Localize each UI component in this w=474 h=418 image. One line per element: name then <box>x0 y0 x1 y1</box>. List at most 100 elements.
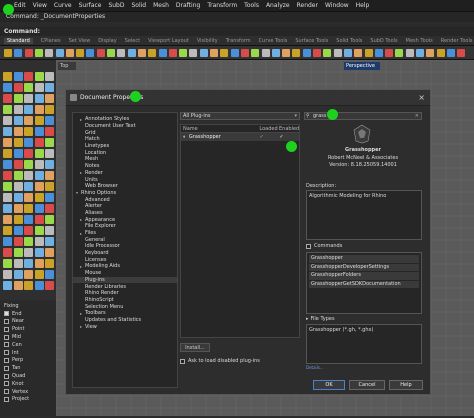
cancel-button[interactable]: Cancel <box>349 380 385 390</box>
osnap-option[interactable]: Vertex <box>0 388 56 396</box>
osnap-checkbox[interactable] <box>4 326 9 332</box>
ok-button[interactable]: OK <box>313 380 345 390</box>
tree-item[interactable]: Licenses <box>73 256 177 263</box>
toolbar-tool-icon[interactable] <box>210 49 218 57</box>
commands-expand-icon[interactable] <box>306 243 311 249</box>
side-tool-icon[interactable] <box>3 160 12 169</box>
toolbar-tab[interactable]: Render Tools <box>441 38 473 44</box>
header-loaded[interactable]: Loaded <box>259 126 279 132</box>
side-tool-icon[interactable] <box>34 72 44 81</box>
toolbar-tab[interactable]: Standard <box>4 37 33 44</box>
plugin-filter-dropdown[interactable]: All Plug-ins ▾ <box>180 112 300 120</box>
toolbar-tool-icon[interactable] <box>158 49 167 57</box>
side-tool-icon[interactable] <box>3 193 12 202</box>
side-tool-icon[interactable] <box>13 127 23 136</box>
osnap-checkbox[interactable] <box>4 334 9 340</box>
tree-item[interactable]: ▸ View <box>73 323 177 330</box>
side-tool-icon[interactable] <box>45 259 54 268</box>
side-tool-icon[interactable] <box>13 182 23 191</box>
side-tool-icon[interactable] <box>45 182 54 191</box>
toolbar-tool-icon[interactable] <box>313 49 321 57</box>
side-tool-icon[interactable] <box>3 226 12 235</box>
side-tool-icon[interactable] <box>24 182 33 191</box>
toolbar-tab[interactable]: Surface Tools <box>295 38 328 44</box>
tree-item[interactable]: Mouse <box>73 270 177 277</box>
side-tool-icon[interactable] <box>3 171 12 180</box>
tree-item[interactable]: ▸ Modeling Aids <box>73 263 177 270</box>
side-tool-icon[interactable] <box>34 105 44 114</box>
side-tool-icon[interactable] <box>34 127 44 136</box>
toolbar-tool-icon[interactable] <box>230 49 239 57</box>
chevron-right-icon[interactable]: ▸ <box>77 217 85 222</box>
help-button[interactable]: Help <box>389 380 423 390</box>
viewport-perspective-tab[interactable]: Perspective <box>344 62 380 70</box>
side-tool-icon[interactable] <box>24 105 33 114</box>
osnap-option[interactable]: Near <box>0 318 56 326</box>
tree-item[interactable]: Mesh <box>73 156 177 163</box>
command-item[interactable]: GrasshopperFolders <box>309 272 419 280</box>
osnap-checkbox[interactable] <box>4 342 9 348</box>
close-icon[interactable]: × <box>418 93 425 102</box>
plugin-row-grasshopper[interactable]: ⬧ Grasshopper ✓ ✓ <box>181 133 299 141</box>
side-tool-icon[interactable] <box>34 259 44 268</box>
osnap-option[interactable]: Cen <box>0 341 56 349</box>
chevron-right-icon[interactable]: ▸ <box>77 324 85 329</box>
tree-item[interactable]: Idle Processor <box>73 243 177 250</box>
osnap-option[interactable]: Project <box>0 396 56 404</box>
toolbar-tool-icon[interactable] <box>354 49 363 57</box>
osnap-checkbox[interactable] <box>4 365 9 371</box>
toolbar-tool-icon[interactable] <box>45 49 54 57</box>
tree-item[interactable]: Rhino Render <box>73 290 177 297</box>
tree-item[interactable]: Aliases <box>73 210 177 217</box>
toolbar-tool-icon[interactable] <box>261 49 270 57</box>
side-tool-icon[interactable] <box>34 193 44 202</box>
command-item[interactable]: Grasshopper <box>309 255 419 263</box>
side-tool-icon[interactable] <box>24 248 33 257</box>
chevron-right-icon[interactable]: ▸ <box>77 170 85 175</box>
side-tool-icon[interactable] <box>13 160 23 169</box>
side-tool-icon[interactable] <box>45 72 54 81</box>
tree-item[interactable]: Hatch <box>73 136 177 143</box>
side-tool-icon[interactable] <box>45 215 54 224</box>
toolbar-tab[interactable]: Display <box>98 38 116 44</box>
side-tool-icon[interactable] <box>24 83 33 92</box>
tree-item[interactable]: ▸ Toolbars <box>73 310 177 317</box>
toolbar-tool-icon[interactable] <box>127 49 136 57</box>
side-tool-icon[interactable] <box>45 138 54 147</box>
side-tool-icon[interactable] <box>13 83 23 92</box>
tree-item[interactable]: Notes <box>73 163 177 170</box>
side-tool-icon[interactable] <box>3 94 12 103</box>
toolbar-tool-icon[interactable] <box>416 49 424 57</box>
tree-item[interactable]: Location <box>73 149 177 156</box>
menu-item[interactable]: Curve <box>54 2 72 9</box>
command-item[interactable]: GrasshopperDeveloperSettings <box>309 263 419 271</box>
menu-item[interactable]: Analyze <box>266 2 290 9</box>
side-tool-icon[interactable] <box>34 138 44 147</box>
osnap-checkbox[interactable] <box>4 311 9 317</box>
ask-load-option[interactable]: Ask to load disabled plug-ins <box>180 357 300 365</box>
side-tool-icon[interactable] <box>24 127 33 136</box>
side-tool-icon[interactable] <box>24 72 33 81</box>
side-tool-icon[interactable] <box>45 237 54 246</box>
osnap-checkbox[interactable] <box>4 373 9 379</box>
tree-item[interactable]: Render Libraries <box>73 283 177 290</box>
side-tool-icon[interactable] <box>45 171 54 180</box>
toolbar-tab[interactable]: Visibility <box>197 38 218 44</box>
toolbar-tool-icon[interactable] <box>374 49 383 57</box>
toolbar-tool-icon[interactable] <box>220 49 229 57</box>
side-tool-icon[interactable] <box>3 72 12 81</box>
toolbar-tool-icon[interactable] <box>189 49 198 57</box>
toolbar-tab[interactable]: Curve Tools <box>259 38 288 44</box>
side-tool-icon[interactable] <box>24 138 33 147</box>
side-tool-icon[interactable] <box>34 215 44 224</box>
side-tool-icon[interactable] <box>13 105 23 114</box>
osnap-checkbox[interactable] <box>4 350 9 356</box>
side-tool-icon[interactable] <box>24 149 33 158</box>
tree-item[interactable]: Linetypes <box>73 143 177 150</box>
side-tool-icon[interactable] <box>13 171 23 180</box>
side-tool-icon[interactable] <box>45 116 54 125</box>
side-tool-icon[interactable] <box>13 281 23 290</box>
toolbar-tool-icon[interactable] <box>179 49 188 57</box>
toolbar-tool-icon[interactable] <box>426 49 435 57</box>
osnap-checkbox[interactable] <box>4 396 9 402</box>
